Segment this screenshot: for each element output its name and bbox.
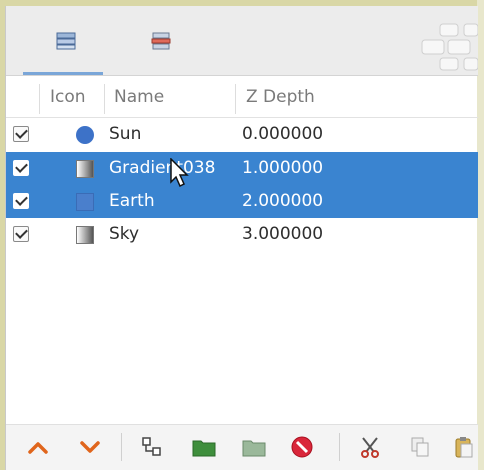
header-zdepth[interactable]: Z Depth <box>246 87 315 107</box>
encapsulate-icon <box>242 440 266 457</box>
visibility-checkbox[interactable] <box>13 193 29 209</box>
mouse-pointer-icon <box>170 158 189 188</box>
toolbar-separator <box>121 433 122 461</box>
group-layers-icon <box>142 437 161 456</box>
visibility-checkbox[interactable] <box>13 160 29 176</box>
table-row[interactable]: Sun 0.000000 <box>6 118 478 151</box>
header-name[interactable]: Name <box>114 87 164 107</box>
circle-icon <box>76 126 94 144</box>
layer-name: Sky <box>109 224 140 244</box>
layer-zdepth: 0.000000 <box>242 124 324 144</box>
group-layers-button[interactable] <box>140 435 164 459</box>
panel-grip-icon[interactable] <box>420 22 478 72</box>
table-row[interactable]: Gradient038 1.000000 <box>6 152 478 185</box>
flat-color-icon <box>76 193 94 211</box>
gradient-icon <box>76 226 94 244</box>
column-separator <box>104 84 105 114</box>
raise-layer-icon <box>28 442 48 454</box>
header-icon[interactable]: Icon <box>50 87 86 107</box>
tab-bar <box>6 6 478 76</box>
encapsulate-button[interactable] <box>242 435 266 459</box>
table-row[interactable]: Earth 2.000000 <box>6 185 478 218</box>
delete-layer-icon <box>291 436 313 458</box>
list-header: Icon Name Z Depth <box>6 78 478 118</box>
layer-toolbar <box>6 424 478 470</box>
new-folder-button[interactable] <box>192 435 216 459</box>
cut-icon <box>361 437 379 458</box>
cut-button[interactable] <box>358 435 382 459</box>
gradient-icon <box>76 160 94 178</box>
tab-layers-alt[interactable] <box>121 6 201 76</box>
layers-panel: Icon Name Z Depth Sun 0.000000 Gradient0… <box>5 6 478 470</box>
paste-icon <box>455 437 473 458</box>
window-frame-right <box>477 0 484 470</box>
column-separator <box>39 84 40 114</box>
column-separator <box>235 84 236 114</box>
lower-layer-icon <box>80 441 100 453</box>
raise-layer-button[interactable] <box>26 435 50 459</box>
layer-name: Gradient038 <box>109 158 216 178</box>
visibility-checkbox[interactable] <box>13 226 29 242</box>
table-row[interactable]: Sky 3.000000 <box>6 218 478 251</box>
copy-icon <box>411 437 429 457</box>
visibility-checkbox[interactable] <box>13 126 29 142</box>
toolbar-separator <box>339 433 340 461</box>
tab-layers[interactable] <box>26 6 106 76</box>
layer-name: Earth <box>109 191 155 211</box>
delete-layer-button[interactable] <box>290 435 314 459</box>
layer-zdepth: 2.000000 <box>242 191 324 211</box>
new-folder-icon <box>192 440 216 457</box>
layers-icon <box>56 32 76 50</box>
paste-button[interactable] <box>452 435 476 459</box>
layer-zdepth: 3.000000 <box>242 224 324 244</box>
active-tab-indicator <box>23 72 103 75</box>
layer-name: Sun <box>109 124 142 144</box>
copy-button[interactable] <box>408 435 432 459</box>
lower-layer-button[interactable] <box>78 435 102 459</box>
layer-zdepth: 1.000000 <box>242 158 324 178</box>
layers-red-icon <box>151 32 171 50</box>
